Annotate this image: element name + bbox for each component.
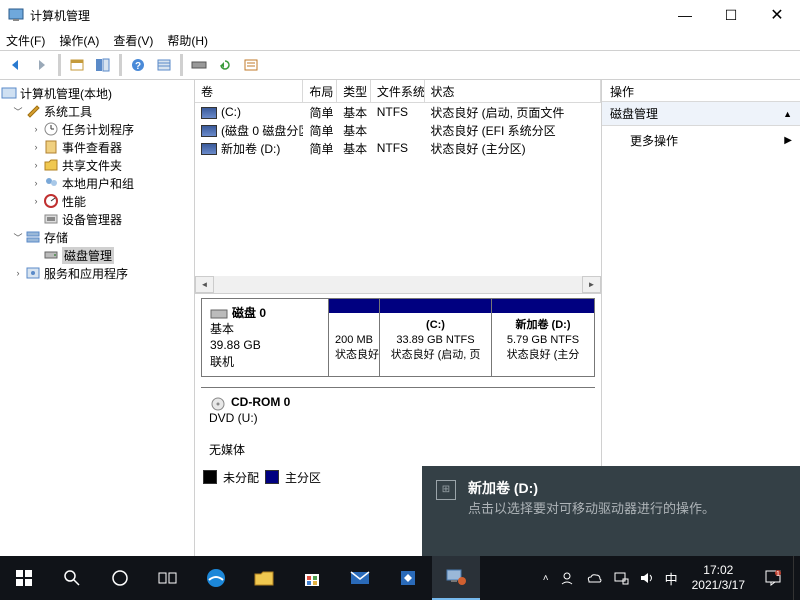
disk-settings-button[interactable] <box>187 53 211 77</box>
show-hide-tree-button[interactable] <box>91 53 115 77</box>
volume-icon <box>201 107 217 119</box>
navigation-tree[interactable]: 计算机管理(本地) ﹀系统工具 ›任务计划程序 ›事件查看器 ›共享文件夹 ›本… <box>0 80 195 556</box>
col-volume[interactable]: 卷 <box>195 80 303 102</box>
col-type[interactable]: 类型 <box>337 80 371 102</box>
separator <box>180 54 183 76</box>
separator <box>119 54 122 76</box>
separator <box>58 54 61 76</box>
drive-icon: ⊞ <box>436 480 456 500</box>
disk-0-info[interactable]: 磁盘 0 基本 39.88 GB 联机 <box>202 299 329 376</box>
legend-swatch-unallocated <box>203 470 217 484</box>
start-button[interactable] <box>0 556 48 600</box>
help-button[interactable]: ? <box>126 53 150 77</box>
forward-button[interactable] <box>30 53 54 77</box>
tray-people-icon[interactable] <box>559 570 575 586</box>
taskbar-compmgmt[interactable] <box>432 556 480 600</box>
cdrom-icon <box>209 396 227 410</box>
window-title: 计算机管理 <box>30 7 662 24</box>
titlebar[interactable]: 计算机管理 — ☐ ✕ <box>0 0 800 30</box>
taskbar-store[interactable] <box>288 556 336 600</box>
volume-row[interactable]: 新加卷 (D:) 简单基本NTFS状态良好 (主分区) <box>195 139 601 157</box>
cdrom-row[interactable]: CD-ROM 0 DVD (U:) 无媒体 <box>201 387 595 465</box>
horizontal-scrollbar[interactable]: ◄ ► <box>195 276 601 293</box>
taskbar[interactable]: ˄ 中 17:02 2021/3/17 1 <box>0 556 800 600</box>
partition-d[interactable]: 新加卷 (D:)5.79 GB NTFS状态良好 (主分 <box>492 299 594 376</box>
actions-header: 操作 <box>602 80 800 102</box>
taskview-button[interactable] <box>144 556 192 600</box>
tree-disk-management[interactable]: 磁盘管理 <box>0 246 194 264</box>
refresh-button[interactable] <box>213 53 237 77</box>
disk-0-row[interactable]: 磁盘 0 基本 39.88 GB 联机 200 MB状态良好 (C:)33.89… <box>201 298 595 377</box>
taskbar-clock[interactable]: 17:02 2021/3/17 <box>684 563 753 593</box>
tree-event-viewer[interactable]: ›事件查看器 <box>0 138 194 156</box>
tree-root[interactable]: 计算机管理(本地) <box>0 84 194 102</box>
search-button[interactable] <box>48 556 96 600</box>
cdrom-info[interactable]: CD-ROM 0 DVD (U:) 无媒体 <box>201 388 327 465</box>
menubar: 文件(F) 操作(A) 查看(V) 帮助(H) <box>0 30 800 50</box>
volume-row[interactable]: (C:) 简单基本NTFS状态良好 (启动, 页面文件 <box>195 103 601 121</box>
partition-c[interactable]: (C:)33.89 GB NTFS状态良好 (启动, 页 <box>380 299 492 376</box>
taskbar-edge[interactable] <box>192 556 240 600</box>
app-icon <box>8 7 24 23</box>
taskbar-mail[interactable] <box>336 556 384 600</box>
action-center-button[interactable]: 1 <box>753 556 793 600</box>
volume-icon <box>201 125 217 137</box>
tree-device-manager[interactable]: 设备管理器 <box>0 210 194 228</box>
volume-row[interactable]: (磁盘 0 磁盘分区 1) 简单基本状态良好 (EFI 系统分区 <box>195 121 601 139</box>
tray-chevron-up-icon[interactable]: ˄ <box>543 573 549 584</box>
tray-network-icon[interactable] <box>613 571 629 585</box>
menu-action[interactable]: 操作(A) <box>59 32 99 49</box>
tree-shared-folders[interactable]: ›共享文件夹 <box>0 156 194 174</box>
tree-storage[interactable]: ﹀存储 <box>0 228 194 246</box>
list-view-button[interactable] <box>152 53 176 77</box>
toolbar: ? <box>0 50 800 80</box>
scroll-left-button[interactable]: ◄ <box>195 276 214 293</box>
show-desktop-button[interactable] <box>793 556 800 600</box>
actions-section[interactable]: 磁盘管理 ▲ <box>602 102 800 126</box>
properties-button[interactable] <box>239 53 263 77</box>
volume-icon <box>201 143 217 155</box>
maximize-button[interactable]: ☐ <box>708 0 754 30</box>
volume-list: 卷 布局 类型 文件系统 状态 (C:) 简单基本NTFS状态良好 (启动, 页… <box>195 80 601 294</box>
col-status[interactable]: 状态 <box>425 80 601 102</box>
svg-text:1: 1 <box>776 571 780 578</box>
toast-title: 新加卷 (D:) <box>468 478 784 498</box>
disk-icon <box>210 307 228 321</box>
system-tray[interactable]: ˄ 中 <box>537 569 684 588</box>
svg-text:?: ? <box>135 61 141 72</box>
list-body[interactable]: (C:) 简单基本NTFS状态良好 (启动, 页面文件 (磁盘 0 磁盘分区 1… <box>195 103 601 276</box>
up-button[interactable] <box>65 53 89 77</box>
toast-notification[interactable]: ⊞ 新加卷 (D:) 点击以选择要对可移动驱动器进行的操作。 <box>422 466 800 556</box>
toast-body: 点击以选择要对可移动驱动器进行的操作。 <box>468 500 784 519</box>
col-filesystem[interactable]: 文件系统 <box>371 80 425 102</box>
tree-task-scheduler[interactable]: ›任务计划程序 <box>0 120 194 138</box>
tree-performance[interactable]: ›性能 <box>0 192 194 210</box>
menu-view[interactable]: 查看(V) <box>113 32 153 49</box>
list-header[interactable]: 卷 布局 类型 文件系统 状态 <box>195 80 601 103</box>
close-button[interactable]: ✕ <box>754 0 800 30</box>
minimize-button[interactable]: — <box>662 0 708 30</box>
menu-file[interactable]: 文件(F) <box>6 32 45 49</box>
tray-onedrive-icon[interactable] <box>585 571 603 585</box>
back-button[interactable] <box>4 53 28 77</box>
taskbar-explorer[interactable] <box>240 556 288 600</box>
menu-help[interactable]: 帮助(H) <box>167 32 208 49</box>
col-layout[interactable]: 布局 <box>303 80 337 102</box>
partition-efi[interactable]: 200 MB状态良好 <box>329 299 380 376</box>
legend-swatch-primary <box>265 470 279 484</box>
scroll-right-button[interactable]: ► <box>582 276 601 293</box>
cortana-button[interactable] <box>96 556 144 600</box>
tray-volume-icon[interactable] <box>639 571 655 585</box>
tree-services-apps[interactable]: ›服务和应用程序 <box>0 264 194 282</box>
tree-system-tools[interactable]: ﹀系统工具 <box>0 102 194 120</box>
actions-more[interactable]: 更多操作 ▶ <box>602 126 800 155</box>
taskbar-security[interactable] <box>384 556 432 600</box>
scroll-track[interactable] <box>214 276 582 293</box>
tree-local-users[interactable]: ›本地用户和组 <box>0 174 194 192</box>
tray-ime[interactable]: 中 <box>665 569 678 588</box>
chevron-right-icon: ▶ <box>784 135 792 146</box>
collapse-icon[interactable]: ▲ <box>783 109 792 119</box>
